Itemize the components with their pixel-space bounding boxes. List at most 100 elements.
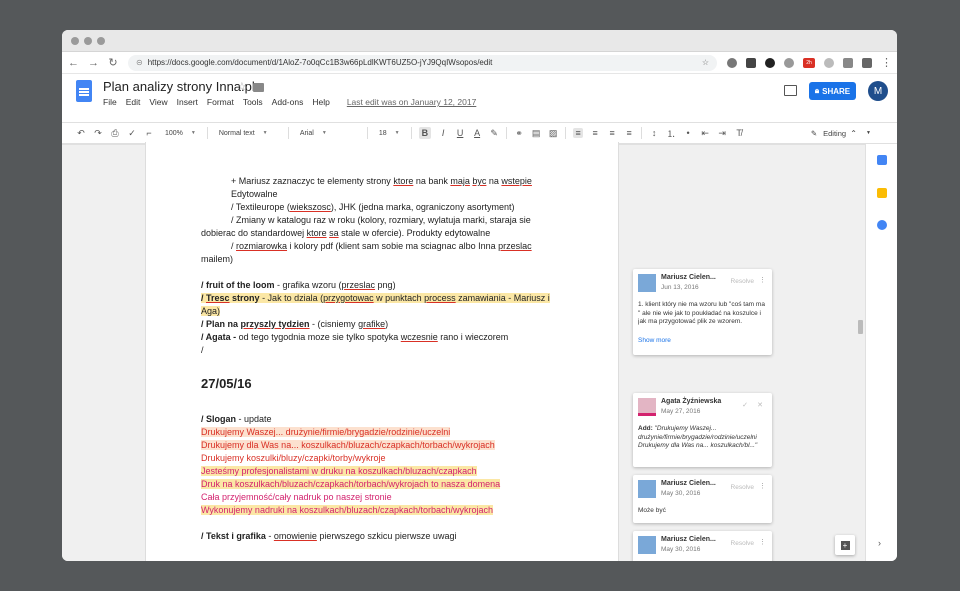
comment-card[interactable]: Mariusz Cielen... May 30, 2016 Resolve ⋮… (633, 475, 772, 523)
comment-icon[interactable]: ▤ (531, 128, 541, 139)
comment-date: May 30, 2016 (661, 546, 701, 553)
print-icon[interactable]: ⎙ (110, 128, 120, 139)
menu-edit[interactable]: Edit (126, 97, 141, 107)
align-right-icon[interactable]: ≡ (607, 128, 617, 138)
suggestion-text: "Drukujemy Waszej... drużynie/firmie/bry… (638, 425, 758, 449)
resolve-button[interactable]: Resolve (731, 540, 754, 547)
last-edit-link[interactable]: Last edit was on January 12, 2017 (347, 97, 476, 107)
paragraph: / Textileurope (wiekszosc), JHK (jedna m… (231, 202, 515, 212)
extension-pen-icon[interactable] (746, 57, 756, 68)
resolve-button[interactable]: Resolve (731, 484, 754, 491)
collapse-chevron-icon[interactable]: ⌃ (850, 129, 857, 138)
comment-author: Mariusz Cielen... (661, 274, 716, 281)
doc-title[interactable]: Plan analizy strony Inna.pl (103, 79, 255, 94)
menu-tools[interactable]: Tools (243, 97, 263, 107)
bold-button[interactable]: B (418, 127, 432, 139)
add-comment-button[interactable]: + (835, 535, 855, 555)
extension-dark-icon[interactable] (765, 57, 775, 68)
zoom-select[interactable]: 100% ▼ (161, 130, 200, 137)
back-arrow-icon[interactable]: ← (68, 57, 79, 69)
bookmark-star-icon[interactable]: ☆ (702, 58, 709, 67)
link-icon[interactable]: ⚭ (514, 128, 524, 139)
comments-icon[interactable] (784, 85, 797, 96)
keep-icon[interactable] (877, 188, 887, 198)
extension-capture-icon[interactable] (862, 57, 872, 68)
align-justify-icon[interactable]: ≡ (624, 128, 634, 138)
document-page[interactable]: + Mariusz zaznaczyc te elementy strony k… (145, 142, 619, 561)
resolve-button[interactable]: Resolve (731, 278, 754, 285)
numbered-list-icon[interactable]: ⒈ (666, 127, 676, 140)
url-field[interactable]: ⊝ https://docs.google.com/document/d/1Al… (128, 54, 717, 71)
more-options-icon[interactable]: ⋮ (759, 276, 766, 284)
reject-suggestion-icon[interactable]: ✕ (757, 401, 763, 409)
more-options-icon[interactable]: ⋮ (759, 482, 766, 490)
comment-card[interactable]: Mariusz Cielen... May 30, 2016 Resolve ⋮ (633, 531, 772, 561)
url-text: https://docs.google.com/document/d/1AloZ… (147, 58, 493, 67)
italic-button[interactable]: I (438, 128, 448, 138)
tasks-icon[interactable] (877, 220, 887, 230)
doc-header: Plan analizy strony Inna.pl ☆ File Edit … (62, 74, 897, 122)
comment-body: Może być (638, 507, 666, 514)
extension-circle-icon[interactable] (727, 57, 737, 68)
maximize-window-dot[interactable] (97, 36, 105, 45)
increase-indent-icon[interactable]: ⇥ (717, 128, 727, 139)
align-left-icon[interactable]: ≡ (573, 128, 584, 138)
slogan-line: Jesteśmy profesjonalistami w druku na ko… (201, 466, 477, 476)
star-icon[interactable]: ☆ (237, 80, 247, 93)
toolbar-divider (506, 127, 508, 139)
menu-file[interactable]: File (103, 97, 117, 107)
editing-mode-select[interactable]: ✎ Editing ▼ (811, 129, 871, 138)
folder-icon[interactable] (253, 83, 264, 92)
font-size-select[interactable]: 18 ▼ (375, 130, 404, 137)
font-select[interactable]: Arial ▼ (296, 130, 360, 137)
extension-badge-icon[interactable]: 2h (803, 57, 815, 68)
menu-addons[interactable]: Add-ons (272, 97, 304, 107)
comment-avatar (638, 398, 656, 416)
browser-menu-icon[interactable]: ⋮ (881, 56, 892, 69)
extension-heart-icon[interactable] (824, 57, 834, 68)
calendar-icon[interactable] (877, 155, 887, 165)
more-options-icon[interactable]: ⋮ (759, 538, 766, 546)
underline-button[interactable]: U (455, 128, 465, 138)
redo-icon[interactable]: ↷ (93, 128, 103, 139)
undo-icon[interactable]: ↶ (76, 128, 86, 139)
accept-suggestion-icon[interactable]: ✓ (742, 401, 748, 409)
extension-grid-icon[interactable] (843, 57, 853, 68)
clear-formatting-icon[interactable]: T̸ (734, 128, 744, 138)
comment-card[interactable]: Agata Żyźniewska May 27, 2016 ✓ ✕ Add: "… (633, 393, 772, 467)
forward-arrow-icon[interactable]: → (88, 57, 99, 69)
document-canvas: + Mariusz zaznaczyc te elementy strony k… (62, 142, 865, 561)
comment-author: Mariusz Cielen... (661, 536, 716, 543)
docs-logo-icon[interactable] (76, 80, 92, 102)
scrollbar-thumb[interactable] (858, 320, 863, 334)
menu-view[interactable]: View (149, 97, 167, 107)
image-icon[interactable]: ▨ (548, 128, 558, 139)
style-select[interactable]: Normal text ▼ (215, 130, 281, 137)
share-button[interactable]: 🔒︎ SHARE (809, 82, 856, 100)
bulleted-list-icon[interactable]: • (683, 128, 693, 138)
align-center-icon[interactable]: ≡ (590, 128, 600, 138)
text-color-button[interactable]: A (472, 128, 482, 138)
toolbar-divider (641, 127, 643, 139)
avatar[interactable]: M (868, 81, 888, 101)
comment-card[interactable]: Mariusz Cielen... Jun 13, 2016 Resolve ⋮… (633, 269, 772, 355)
slogan-line: Drukujemy dla Was na... koszulkach/bluza… (201, 440, 495, 450)
menu-bar: File Edit View Insert Format Tools Add-o… (103, 97, 476, 107)
spellcheck-icon[interactable]: ✓ (127, 128, 137, 139)
menu-insert[interactable]: Insert (177, 97, 198, 107)
line-spacing-icon[interactable]: ↕ (649, 128, 659, 138)
show-more-link[interactable]: Show more (638, 337, 671, 344)
expand-panel-icon[interactable]: › (878, 538, 881, 548)
extension-puzzle-icon[interactable] (784, 57, 794, 68)
close-window-dot[interactable] (71, 36, 79, 45)
reload-icon[interactable]: ↻ (108, 56, 118, 69)
toolbar-divider (410, 127, 412, 139)
highlight-icon[interactable]: ✎ (489, 128, 499, 139)
decrease-indent-icon[interactable]: ⇤ (700, 128, 710, 139)
menu-help[interactable]: Help (312, 97, 329, 107)
paint-format-icon[interactable]: ⌐ (144, 128, 154, 138)
chevron-down-icon: ▼ (866, 130, 871, 136)
minimize-window-dot[interactable] (84, 36, 92, 45)
menu-format[interactable]: Format (207, 97, 234, 107)
slogan-line: Drukujemy koszulki/bluzy/czapki/torby/wy… (201, 453, 386, 463)
